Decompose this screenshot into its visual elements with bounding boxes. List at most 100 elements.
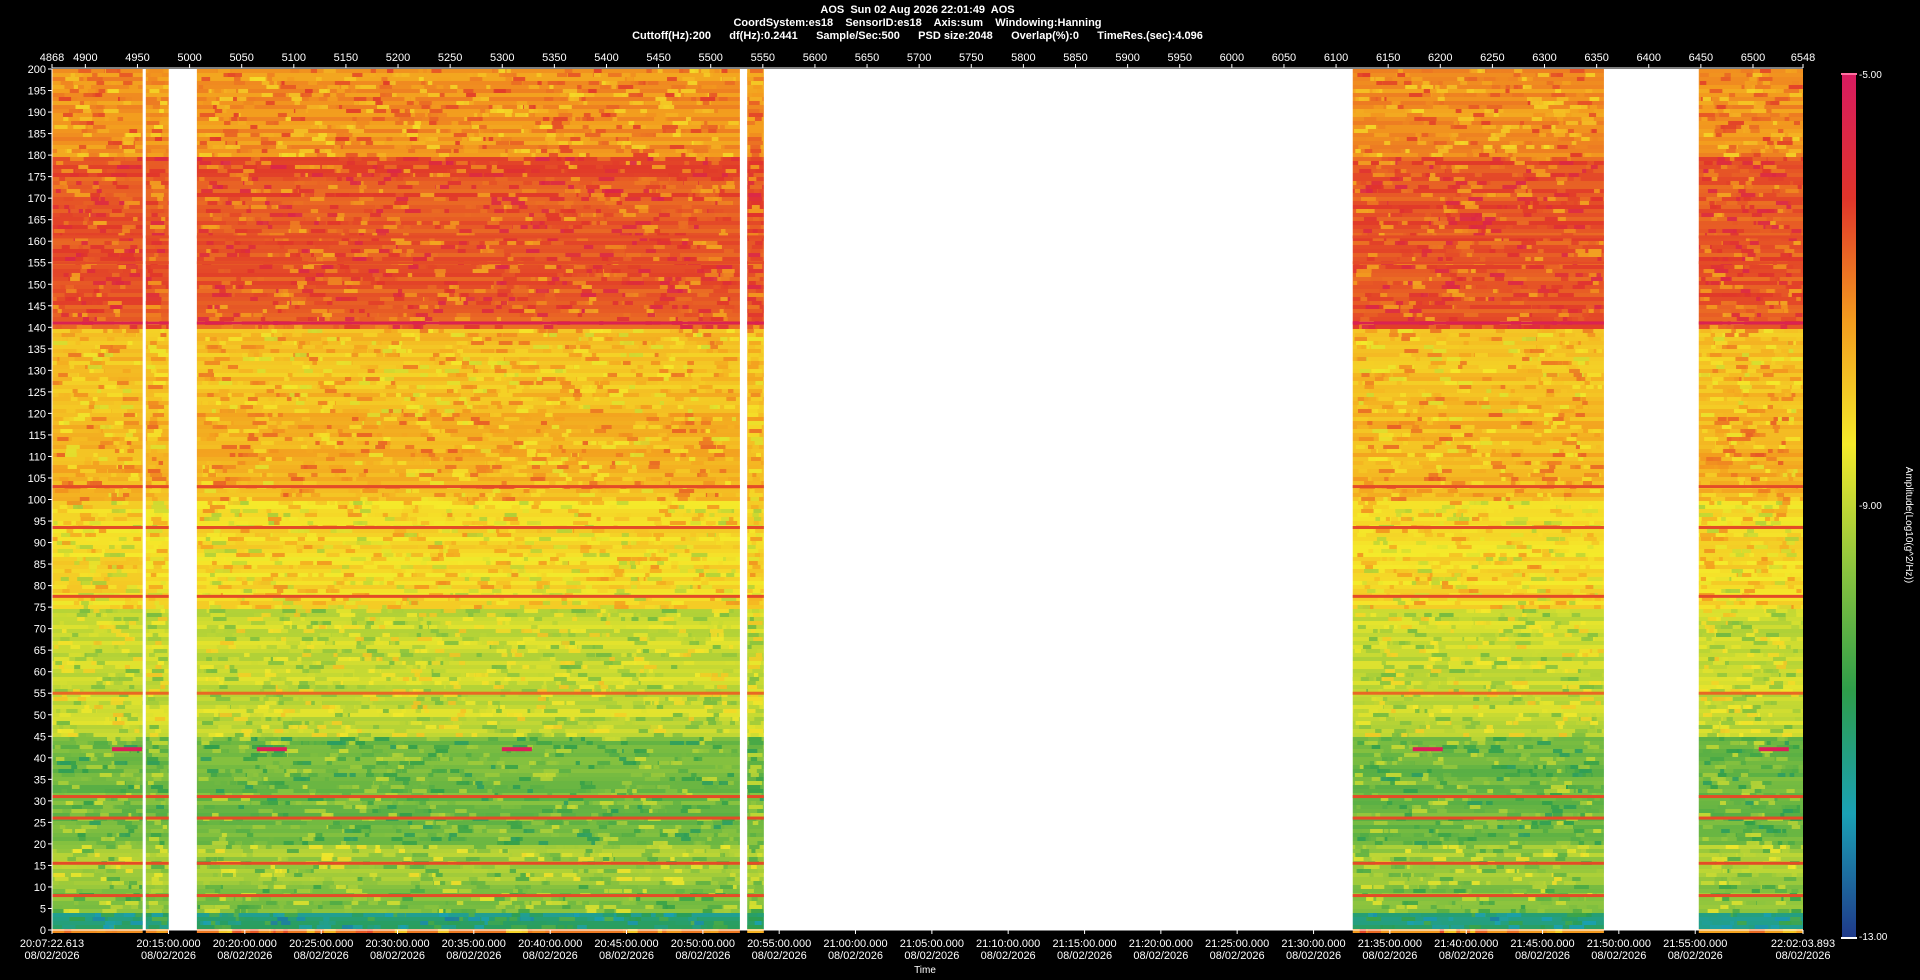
- spectrum-noise: [261, 333, 272, 337]
- spectrum-noise: [336, 217, 344, 221]
- spectrum-noise: [495, 265, 509, 269]
- spectrum-noise: [105, 193, 114, 197]
- spectrum-noise: [341, 477, 353, 481]
- spectrum-noise: [82, 889, 91, 893]
- spectrum-noise: [220, 497, 229, 501]
- spectrum-noise: [514, 113, 529, 117]
- spectrum-noise: [153, 545, 159, 549]
- spectrum-noise: [427, 513, 442, 517]
- spectrum-noise: [405, 469, 419, 473]
- spectrum-noise: [381, 77, 388, 81]
- spectrum-noise: [123, 149, 136, 153]
- spectrum-noise: [483, 297, 493, 301]
- spectrum-noise: [483, 537, 490, 541]
- spectrum-noise: [58, 393, 71, 397]
- spectrum-noise: [160, 101, 168, 105]
- spectrum-noise: [585, 333, 594, 337]
- spectrum-noise: [135, 249, 140, 253]
- spectrum-band: [145, 205, 169, 209]
- spectrum-noise: [685, 537, 700, 541]
- spectrum-noise: [690, 129, 701, 133]
- spectrum-noise: [492, 589, 502, 593]
- spectrum-noise: [523, 81, 537, 85]
- spectrum-noise: [438, 329, 444, 333]
- spectrum-noise: [648, 377, 665, 381]
- spectrum-noise: [89, 533, 96, 537]
- spectrum-noise: [148, 465, 156, 469]
- spectrum-noise: [389, 469, 396, 473]
- spectrum-noise: [64, 473, 76, 477]
- spectrum-noise: [289, 225, 302, 229]
- spectrum-noise: [147, 625, 157, 629]
- spectrum-noise: [384, 397, 399, 401]
- spectrum-noise: [705, 521, 716, 525]
- spectrum-noise: [435, 385, 450, 389]
- spectrum-noise: [718, 349, 728, 353]
- spectrum-noise: [161, 325, 167, 329]
- spectrum-noise: [396, 177, 404, 181]
- spectrum-band: [52, 301, 143, 305]
- spectrum-noise: [657, 497, 667, 501]
- spectrum-noise: [589, 481, 599, 485]
- spectrum-noise: [717, 277, 730, 281]
- spectrum-noise: [403, 501, 412, 505]
- spectrum-noise: [538, 561, 547, 565]
- spectrum-noise: [217, 421, 225, 425]
- spectrum-noise: [242, 453, 258, 457]
- spectrum-noise: [725, 557, 736, 561]
- spectrum-noise: [559, 381, 566, 385]
- spectrum-noise: [218, 585, 232, 589]
- spectrum-noise: [74, 829, 86, 833]
- spectrum-noise: [297, 437, 304, 441]
- spectrum-noise: [122, 401, 133, 405]
- spectrum-noise: [71, 437, 88, 441]
- spectrum-noise: [60, 685, 72, 689]
- spectrum-noise: [289, 269, 300, 273]
- spectrum-noise: [123, 465, 135, 469]
- spectrum-noise: [225, 221, 238, 225]
- spectrum-noise: [481, 265, 498, 269]
- spectrum-band: [196, 209, 740, 213]
- spectrum-noise: [157, 197, 164, 201]
- spectrum-noise: [535, 157, 550, 161]
- spectrum-noise: [482, 249, 489, 253]
- spectrum-noise: [628, 469, 637, 473]
- spectrum-noise: [695, 193, 710, 197]
- spectrum-noise: [200, 545, 214, 549]
- spectrum-noise: [687, 361, 694, 365]
- spectrum-noise: [103, 765, 108, 769]
- spectrum-noise: [463, 89, 474, 93]
- spectrum-noise: [384, 329, 392, 333]
- spectrum-noise: [65, 285, 75, 289]
- spectrum-noise: [129, 725, 139, 729]
- spectrum-noise: [154, 513, 163, 517]
- spectrum-noise: [637, 365, 644, 369]
- spectrum-noise: [519, 501, 529, 505]
- spectrum-noise: [558, 201, 574, 205]
- spectrum-noise: [126, 741, 132, 745]
- spectrum-noise: [91, 197, 99, 201]
- spectrum-noise: [110, 305, 123, 309]
- spectrum-noise: [573, 521, 589, 525]
- spectrum-noise: [363, 581, 373, 585]
- spectrum-noise: [678, 489, 695, 493]
- spectrum-noise: [646, 69, 652, 73]
- spectrum-noise: [295, 493, 303, 497]
- spectrum-noise: [544, 397, 560, 401]
- spectrum-band: [52, 69, 143, 73]
- spectrum-noise: [354, 461, 363, 465]
- spectrum-noise: [412, 573, 426, 577]
- spectrum-band: [52, 497, 143, 501]
- spectrum-noise: [77, 833, 86, 837]
- spectrum-noise: [442, 417, 455, 421]
- spectrum-noise: [203, 509, 215, 513]
- spectrum-noise: [137, 157, 142, 161]
- spectrum-noise: [60, 81, 74, 85]
- spectrum-noise: [301, 257, 316, 261]
- spectrum-noise: [544, 265, 557, 269]
- spectrum-noise: [586, 589, 596, 593]
- spectrum-noise: [97, 373, 111, 377]
- spectrum-noise: [153, 561, 166, 565]
- spectrum-noise: [554, 289, 560, 293]
- spectrum-noise: [631, 145, 646, 149]
